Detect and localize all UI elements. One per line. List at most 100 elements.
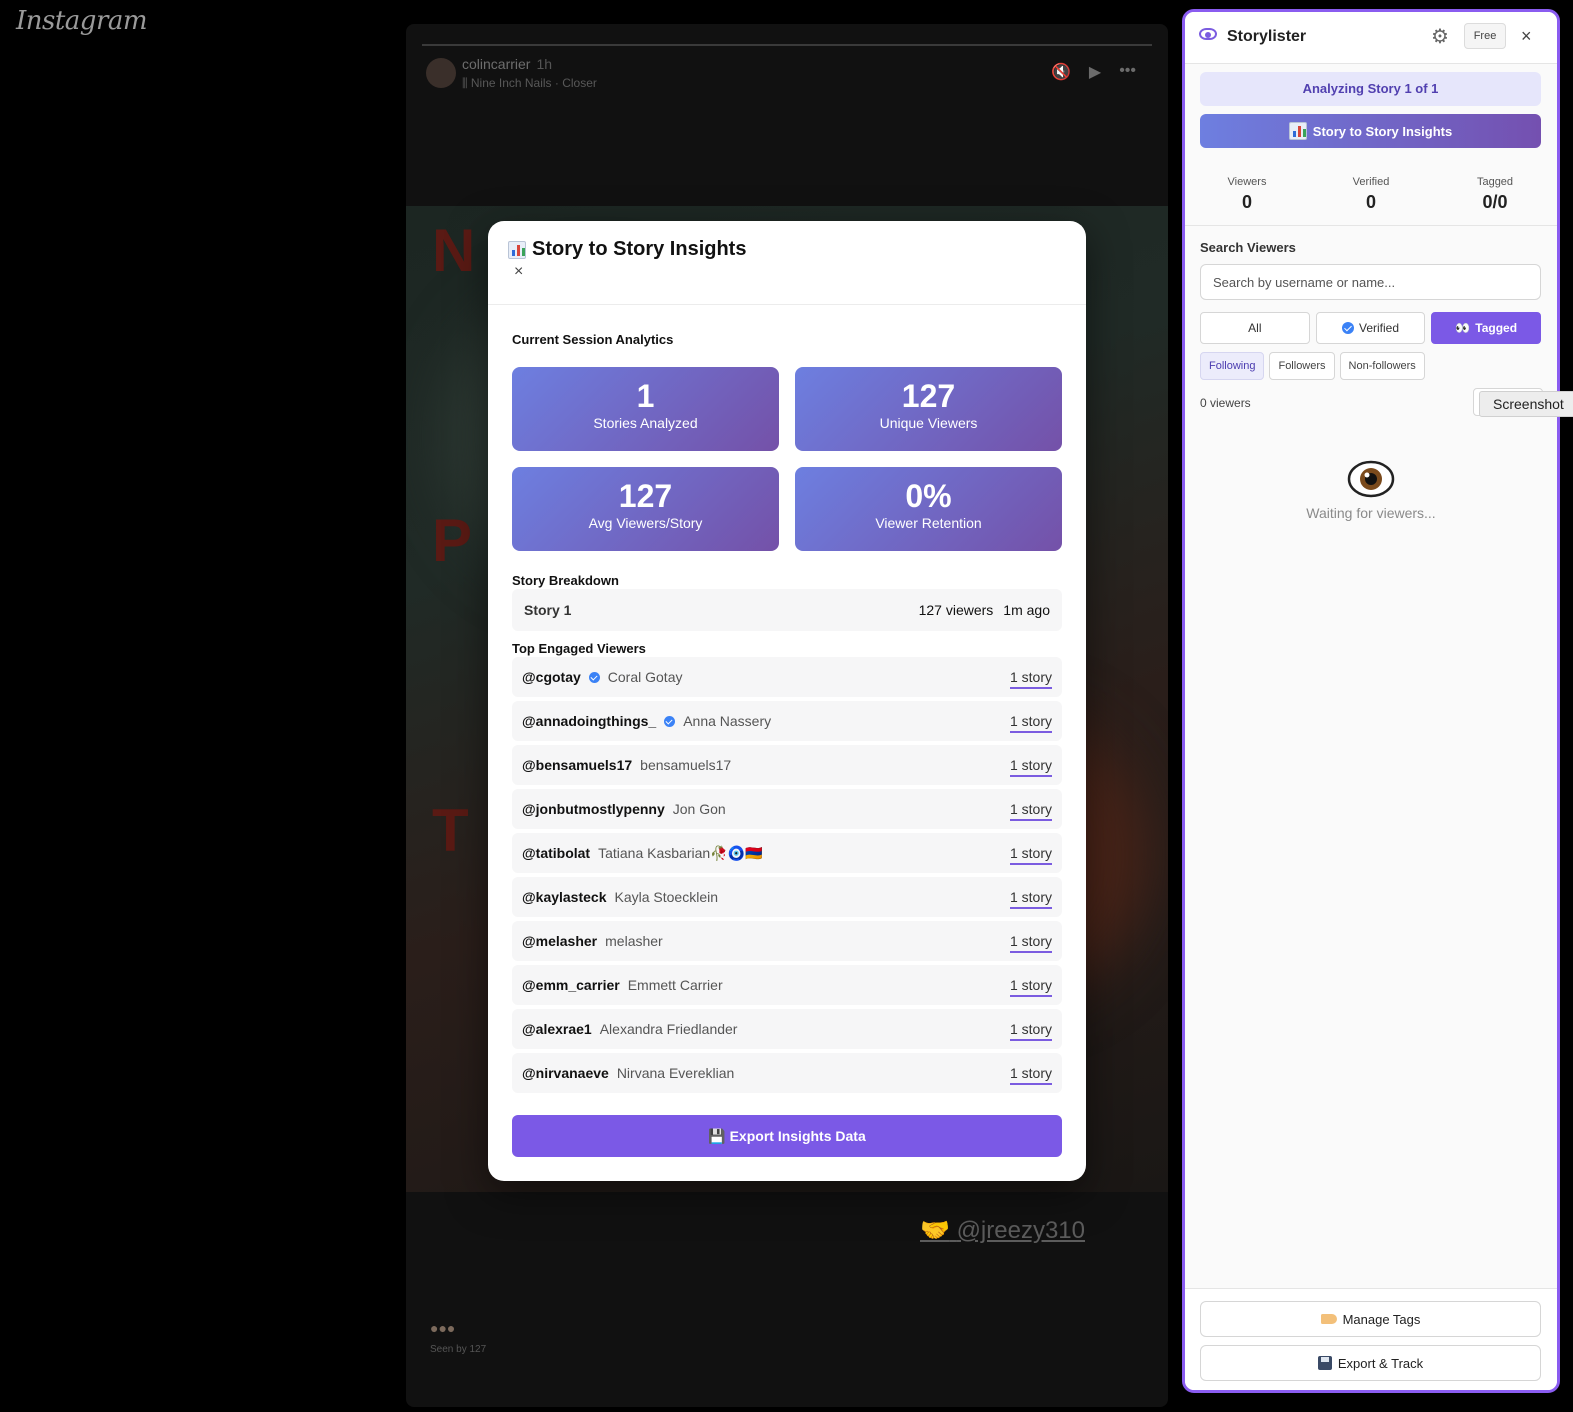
viewer-handle-text[interactable]: @cgotay	[522, 669, 581, 685]
list-item[interactable]: @tatibolat Tatiana Kasbarian🥀🧿🇦🇲 1 story	[512, 833, 1062, 873]
viewer-story-count[interactable]: 1 story	[1009, 713, 1052, 733]
viewer-handle[interactable]: @cgotay Coral Gotay	[522, 669, 682, 685]
viewer-handle[interactable]: @emm_carrier Emmett Carrier	[522, 977, 723, 993]
filter-non-followers[interactable]: Non-followers	[1339, 352, 1425, 380]
stat-verified: Verified 0	[1309, 162, 1433, 225]
story-username-text[interactable]: colincarrier	[462, 56, 530, 72]
manage-tags-button[interactable]: Manage Tags	[1200, 1301, 1541, 1337]
search-input[interactable]	[1200, 264, 1541, 300]
viewer-story-count[interactable]: 1 story	[1009, 1021, 1052, 1041]
stat-value: 0	[1241, 192, 1252, 212]
story-insights-button[interactable]: Story to Story Insights	[1200, 114, 1541, 148]
story-media-text: P	[432, 507, 473, 574]
gear-icon[interactable]: ⚙	[1431, 24, 1449, 49]
story-mention-text[interactable]: @jreezy310	[957, 1217, 1085, 1244]
seen-by-avatars[interactable]: ●●●	[430, 1320, 455, 1336]
viewer-name: Coral Gotay	[607, 669, 683, 685]
viewer-handle[interactable]: @jonbutmostlypenny Jon Gon	[522, 801, 726, 817]
viewer-story-count[interactable]: 1 story	[1009, 801, 1052, 821]
viewer-story-count[interactable]: 1 story	[1009, 1065, 1052, 1085]
viewer-story-count[interactable]: 1 story	[1009, 889, 1052, 909]
avatar[interactable]	[426, 58, 456, 88]
list-item[interactable]: @nirvanaeve Nirvana Evereklian 1 story	[512, 1053, 1062, 1093]
breakdown-story-name: Story 1	[524, 602, 572, 618]
viewer-handle[interactable]: @annadoingthings_ Anna Nassery	[522, 713, 771, 729]
viewer-handle-text[interactable]: @annadoingthings_	[522, 713, 656, 729]
viewer-handle-text[interactable]: @emm_carrier	[522, 977, 620, 993]
session-analytics-label: Current Session Analytics	[512, 332, 674, 347]
viewer-handle[interactable]: @tatibolat Tatiana Kasbarian🥀🧿🇦🇲	[522, 845, 762, 862]
viewer-story-count[interactable]: 1 story	[1009, 977, 1052, 997]
list-item[interactable]: @cgotay Coral Gotay 1 story	[512, 657, 1062, 697]
list-item[interactable]: @bensamuels17 bensamuels17 1 story	[512, 745, 1062, 785]
viewer-story-count[interactable]: 1 story	[1009, 933, 1052, 953]
viewer-filters: All Verified 👀 Tagged	[1200, 312, 1542, 344]
viewer-handle-text[interactable]: @kaylasteck	[522, 889, 607, 905]
story-music-track[interactable]: ⫼ Nine Inch Nails · Closer	[462, 76, 597, 91]
plan-badge[interactable]: Free	[1464, 23, 1506, 49]
stat-label: Viewers	[1227, 176, 1267, 188]
viewer-handle-text[interactable]: @jonbutmostlypenny	[522, 801, 665, 817]
eye-icon	[1347, 460, 1395, 498]
tag-icon	[1320, 1314, 1337, 1324]
viewer-handle[interactable]: @bensamuels17 bensamuels17	[522, 757, 731, 773]
story-header: colincarrier 1h ⫼ Nine Inch Nails · Close…	[422, 56, 1152, 96]
stat-value: 127	[618, 478, 673, 514]
story-username[interactable]: colincarrier 1h	[462, 56, 552, 72]
stat-label: Unique Viewers	[879, 415, 978, 431]
list-item[interactable]: @emm_carrier Emmett Carrier 1 story	[512, 965, 1062, 1005]
instagram-logo[interactable]: Instagram	[16, 6, 148, 36]
stat-value: 127	[901, 378, 956, 414]
stat-tagged: Tagged 0/0	[1433, 162, 1557, 225]
analyzing-status: Analyzing Story 1 of 1	[1200, 72, 1541, 106]
list-item[interactable]: @kaylasteck Kayla Stoecklein 1 story	[512, 877, 1062, 917]
breakdown-viewers: 127 viewers	[918, 602, 994, 618]
list-item[interactable]: @jonbutmostlypenny Jon Gon 1 story	[512, 789, 1062, 829]
viewer-handle[interactable]: @melasher melasher	[522, 933, 663, 949]
viewer-handle-text[interactable]: @tatibolat	[522, 845, 590, 861]
export-track-button[interactable]: Export & Track	[1200, 1345, 1541, 1381]
viewer-handle-text[interactable]: @melasher	[522, 933, 597, 949]
mute-icon[interactable]: 🔇	[1051, 62, 1071, 82]
verified-check-icon	[588, 671, 600, 683]
list-item[interactable]: @alexrae1 Alexandra Friedlander 1 story	[512, 1009, 1062, 1049]
empty-state-text: Waiting for viewers...	[1306, 505, 1436, 521]
panel-footer: Manage Tags Export & Track	[1185, 1288, 1557, 1390]
export-insights-label: Export Insights Data	[729, 1127, 866, 1144]
viewer-story-count[interactable]: 1 story	[1009, 669, 1052, 689]
filter-all[interactable]: All	[1200, 312, 1310, 344]
seen-by-count[interactable]: Seen by 127	[430, 1344, 486, 1355]
play-icon[interactable]: ▶	[1089, 62, 1101, 82]
close-icon[interactable]: ×	[1521, 26, 1532, 47]
story-mention-tag[interactable]: 🤝 @jreezy310	[920, 1216, 1085, 1245]
export-track-label: Export & Track	[1337, 1355, 1424, 1371]
viewer-handle-text[interactable]: @nirvanaeve	[522, 1065, 609, 1081]
breakdown-meta: 127 viewers 1m ago	[919, 602, 1050, 618]
story-track-text: Nine Inch Nails · Closer	[470, 76, 597, 90]
panel-stats: Viewers 0 Verified 0 Tagged 0/0	[1185, 162, 1557, 226]
story-progress-bar	[422, 44, 1152, 46]
close-icon[interactable]: ×	[514, 263, 523, 281]
viewer-story-count[interactable]: 1 story	[1009, 757, 1052, 777]
list-item[interactable]: @melasher melasher 1 story	[512, 921, 1062, 961]
viewer-handle[interactable]: @alexrae1 Alexandra Friedlander	[522, 1021, 737, 1037]
viewer-story-count[interactable]: 1 story	[1009, 845, 1052, 865]
viewer-count: 0 viewers	[1200, 396, 1251, 410]
more-icon[interactable]: •••	[1119, 62, 1136, 82]
manage-tags-label: Manage Tags	[1342, 1311, 1421, 1327]
modal-header: Story to Story Insights ×	[488, 221, 1086, 305]
viewer-handle-text[interactable]: @alexrae1	[522, 1021, 592, 1037]
filter-followers[interactable]: Followers	[1269, 352, 1335, 380]
filter-tagged[interactable]: 👀 Tagged	[1431, 312, 1542, 344]
panel-title: Storylister	[1227, 28, 1307, 45]
viewer-handle[interactable]: @nirvanaeve Nirvana Evereklian	[522, 1065, 734, 1081]
filter-following[interactable]: Following	[1200, 352, 1265, 380]
viewer-handle-text[interactable]: @bensamuels17	[522, 757, 632, 773]
export-insights-button[interactable]: 💾 Export Insights Data	[512, 1115, 1062, 1157]
insights-modal: Story to Story Insights × Current Sessio…	[488, 221, 1086, 1181]
filter-verified[interactable]: Verified	[1315, 312, 1426, 344]
stat-card-unique-viewers: 127 Unique Viewers	[795, 367, 1062, 451]
filter-all-label: All	[1248, 321, 1262, 335]
viewer-handle[interactable]: @kaylasteck Kayla Stoecklein	[522, 889, 718, 905]
list-item[interactable]: @annadoingthings_ Anna Nassery 1 story	[512, 701, 1062, 741]
